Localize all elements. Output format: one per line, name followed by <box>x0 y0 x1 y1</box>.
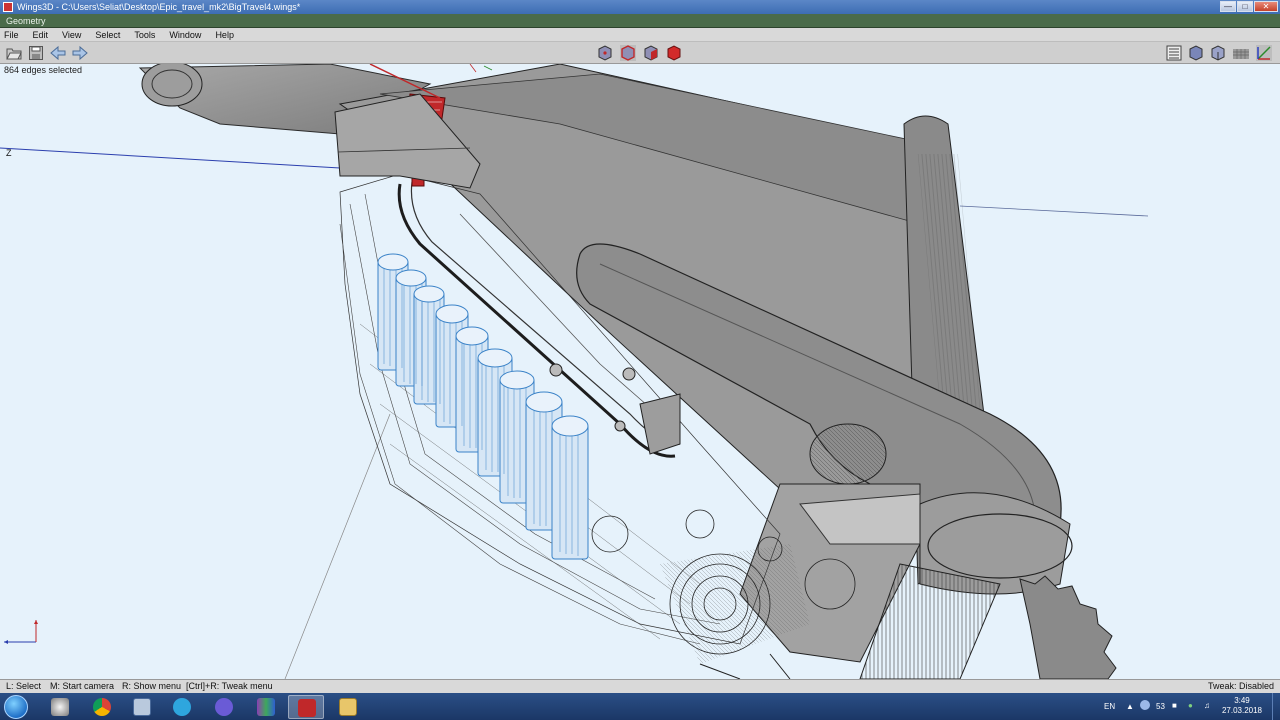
wings3d-icon <box>298 699 316 717</box>
menu-help[interactable]: Help <box>215 30 234 40</box>
statusbar: L: Select M: Start camera R: Show menu [… <box>0 679 1280 693</box>
smooth-shading-icon[interactable] <box>1188 45 1204 61</box>
taskbar-app-explorer[interactable] <box>330 695 366 719</box>
hint-select: L: Select <box>6 681 42 691</box>
start-button[interactable] <box>4 695 28 719</box>
minimize-button[interactable]: — <box>1220 1 1236 12</box>
menu-edit[interactable]: Edit <box>33 30 49 40</box>
taskbar-app-media[interactable] <box>248 695 284 719</box>
tray-network-icon[interactable]: ■ <box>1172 701 1177 720</box>
taskbar-app-chrome[interactable] <box>84 695 120 719</box>
menubar: File Edit View Select Tools Window Help <box>0 28 1280 42</box>
z-axis-label: Z <box>6 148 12 158</box>
undo-icon[interactable] <box>50 45 66 61</box>
taskbar-app-calculator[interactable] <box>124 695 160 719</box>
vertex-mode-icon[interactable] <box>597 45 613 61</box>
wings3d-app-icon <box>3 2 13 12</box>
axis-triad <box>4 620 38 644</box>
telegram-icon <box>173 698 191 716</box>
browser-icon <box>215 698 233 716</box>
y-axis-line <box>284 413 391 679</box>
menu-view[interactable]: View <box>62 30 81 40</box>
taskbar: EN ▲ 53 ■ ● ♫ 3:49 27.03.2018 <box>0 693 1280 720</box>
tray-volume-icon[interactable]: ♫ <box>1204 701 1210 720</box>
close-button[interactable]: ✕ <box>1254 1 1278 12</box>
agent-icon <box>51 698 69 716</box>
frame-knob[interactable] <box>809 423 887 485</box>
selection-info: 864 edges selected <box>4 65 83 75</box>
language-indicator[interactable]: EN <box>1104 702 1115 711</box>
flat-shading-icon[interactable] <box>1210 45 1226 61</box>
hint-tweak-menu: [Ctrl]+R: Tweak menu <box>186 681 273 691</box>
redo-icon[interactable] <box>72 45 88 61</box>
geometry-label: Geometry <box>6 16 46 26</box>
scene-render: Z <box>0 64 1149 679</box>
menu-select[interactable]: Select <box>95 30 120 40</box>
z-axis-line <box>0 147 341 169</box>
geometry-viewport[interactable]: Z <box>0 64 1280 679</box>
open-icon[interactable] <box>6 45 22 61</box>
menu-tools[interactable]: Tools <box>134 30 155 40</box>
window-title: Wings3D - C:\Users\Seliat\Desktop\Epic_t… <box>17 2 301 12</box>
chainring[interactable] <box>1019 575 1117 679</box>
menu-window[interactable]: Window <box>169 30 201 40</box>
hint-menu: R: Show menu <box>122 681 182 691</box>
tray-expand-icon[interactable]: ▲ <box>1126 702 1134 720</box>
show-desktop-button[interactable] <box>1272 693 1280 720</box>
outliner-icon[interactable] <box>1166 45 1182 61</box>
taskbar-app-wings3d[interactable] <box>288 695 324 719</box>
clock-date: 27.03.2018 <box>1221 706 1262 715</box>
edge-mode-icon[interactable] <box>620 45 636 61</box>
menu-file[interactable]: File <box>4 30 19 40</box>
x-axis-line <box>959 205 1149 217</box>
explorer-icon <box>339 698 357 716</box>
clock-time: 3:49 <box>1234 696 1250 705</box>
save-icon[interactable] <box>28 45 44 61</box>
body-mode-icon[interactable] <box>666 45 682 61</box>
tray-count: 53 <box>1156 702 1165 711</box>
window-controls: — □ ✕ <box>1220 1 1278 12</box>
taskbar-app-telegram[interactable] <box>164 695 200 719</box>
chrome-icon <box>93 698 111 716</box>
taskbar-app-0[interactable] <box>42 695 78 719</box>
geometry-window-bar: Geometry <box>0 14 1280 28</box>
tray-shield-icon[interactable]: ● <box>1188 701 1193 720</box>
axes-icon[interactable] <box>1256 45 1272 61</box>
tray-app-icon[interactable] <box>1140 700 1150 710</box>
face-mode-icon[interactable] <box>643 45 659 61</box>
media-icon <box>257 698 275 716</box>
maximize-button[interactable]: □ <box>1237 1 1253 12</box>
taskbar-app-browser[interactable] <box>206 695 242 719</box>
grid-icon[interactable] <box>1233 45 1249 61</box>
calculator-icon <box>133 698 151 716</box>
clock[interactable]: 3:49 27.03.2018 <box>1222 696 1262 716</box>
tweak-status: Tweak: Disabled <box>1207 681 1274 691</box>
hint-camera: M: Start camera <box>50 681 115 691</box>
toolbar <box>0 42 1280 64</box>
window-titlebar: Wings3D - C:\Users\Seliat\Desktop\Epic_t… <box>0 0 1280 14</box>
